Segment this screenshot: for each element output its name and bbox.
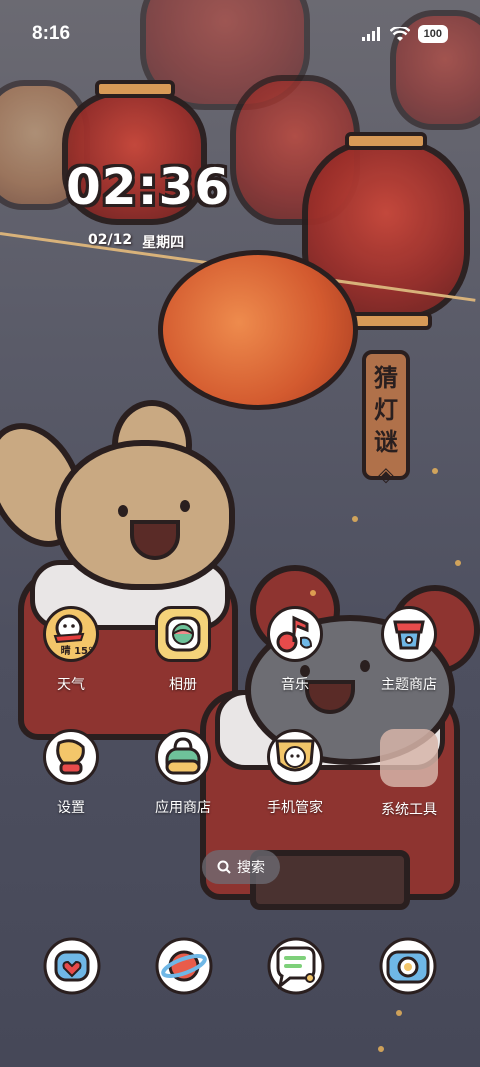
app-system-tools-folder[interactable]: 系统工具 xyxy=(354,729,464,819)
weather-icon: 晴 15° xyxy=(43,606,99,662)
app-settings[interactable]: 设置 xyxy=(16,729,126,817)
glow-dot xyxy=(352,516,358,522)
riddle-char: 猜 xyxy=(374,363,398,392)
gallery-icon xyxy=(155,606,211,662)
weekday-text: 星期四 xyxy=(142,235,185,251)
fish-lantern-illustration xyxy=(158,250,358,410)
dog-eye xyxy=(180,500,190,512)
app-gallery[interactable]: 相册 xyxy=(128,606,238,694)
riddle-char: 谜 xyxy=(374,427,398,456)
browser-icon xyxy=(155,937,213,995)
date-text: 02/12 xyxy=(88,232,133,248)
dog-eye xyxy=(118,505,128,517)
signal-icon xyxy=(361,27,380,41)
clock-widget-date[interactable]: 02/12 星期四 xyxy=(88,232,184,252)
app-music[interactable]: 音乐 xyxy=(240,606,350,694)
app-label: 主题商店 xyxy=(381,677,437,693)
dock-camera[interactable] xyxy=(378,936,438,996)
messages-icon xyxy=(267,937,325,995)
glow-dot xyxy=(310,590,316,596)
app-label: 天气 xyxy=(57,677,85,693)
settings-icon xyxy=(43,729,99,785)
camera-icon xyxy=(379,937,437,995)
app-phone-manager[interactable]: 手机管家 xyxy=(240,729,350,817)
app-label: 音乐 xyxy=(281,677,309,693)
glow-dot xyxy=(455,560,461,566)
status-bar: 8:16 100 xyxy=(0,0,480,68)
app-label: 手机管家 xyxy=(267,800,323,816)
music-icon xyxy=(267,606,323,662)
dog-character xyxy=(55,440,235,590)
app-theme-store[interactable]: 主题商店 xyxy=(354,606,464,694)
dock-phone[interactable] xyxy=(42,936,102,996)
phone-manager-icon xyxy=(267,729,323,785)
glow-dot xyxy=(396,1010,402,1016)
glow-dot xyxy=(378,1046,384,1052)
theme-store-icon xyxy=(381,606,437,662)
lantern-cap xyxy=(345,132,427,150)
search-button[interactable]: 搜索 xyxy=(202,850,280,884)
status-time: 8:16 xyxy=(32,23,71,44)
glow-dot xyxy=(432,468,438,474)
app-weather[interactable]: 晴 15° 天气 xyxy=(16,606,126,694)
weather-inner-text: 晴 15° xyxy=(60,646,93,657)
app-label: 设置 xyxy=(57,800,85,816)
status-icons: 100 xyxy=(361,25,448,43)
app-label: 应用商店 xyxy=(155,800,211,816)
phone-icon xyxy=(43,937,101,995)
dock-browser[interactable] xyxy=(154,936,214,996)
riddle-char: 灯 xyxy=(374,395,398,424)
app-label: 系统工具 xyxy=(381,802,437,818)
clock-widget-time[interactable]: 02:36 xyxy=(66,158,230,216)
riddle-tag: 猜 灯 谜 ◈ xyxy=(362,350,410,486)
wifi-icon xyxy=(389,26,410,41)
riddle-symbol: ◈ xyxy=(378,462,394,486)
search-icon xyxy=(217,860,231,874)
search-label: 搜索 xyxy=(237,860,265,876)
battery-icon: 100 xyxy=(417,25,448,43)
lantern-cap xyxy=(95,80,175,98)
folder-icon xyxy=(380,729,438,787)
app-app-store[interactable]: 应用商店 xyxy=(128,729,238,817)
dock-messages[interactable] xyxy=(266,936,326,996)
app-label: 相册 xyxy=(169,677,197,693)
app-store-icon xyxy=(155,729,211,785)
